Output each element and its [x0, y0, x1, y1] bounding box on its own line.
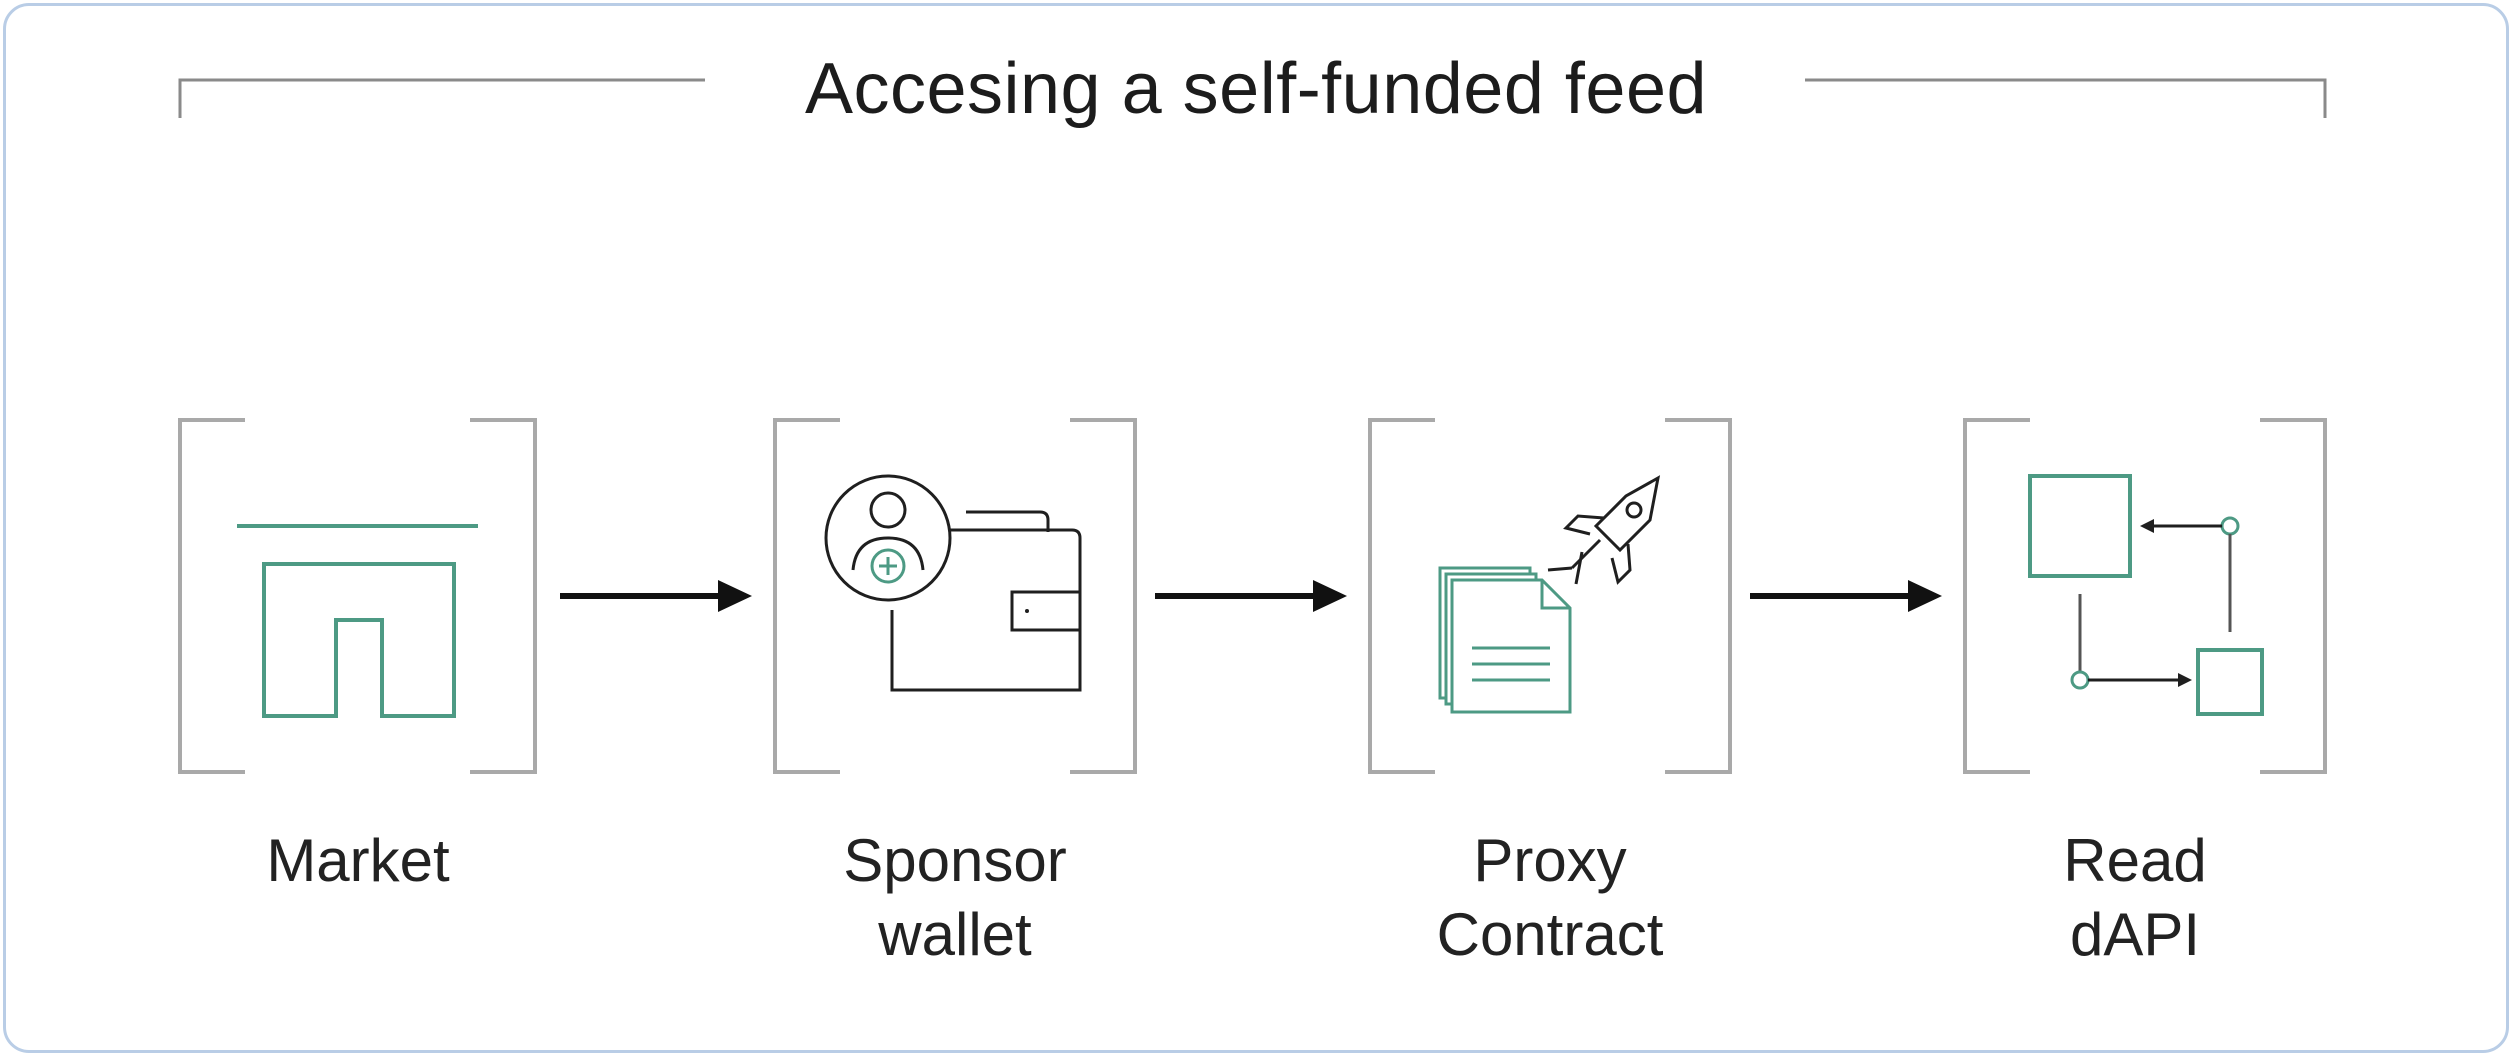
step-label-line: Proxy [1473, 827, 1627, 894]
step-label-proxy-contract: Proxy Contract [1300, 824, 1800, 972]
arrow-wallet-to-proxy [1155, 580, 1347, 612]
market-icon [237, 524, 478, 718]
step-label-line: Read [2063, 827, 2207, 894]
step-label-read-dapi: Read dAPI [1885, 824, 2385, 972]
step-label-market: Market [108, 824, 608, 898]
step-label-line: dAPI [2069, 901, 2201, 968]
sponsor-wallet-icon [824, 474, 1082, 692]
step-label-line: wallet [878, 901, 1032, 968]
bracket-read-dapi [1963, 418, 2327, 774]
step-label-line: Contract [1436, 901, 1664, 968]
read-dapi-icon [2028, 474, 2264, 716]
diagram-title: Accesing a self-funded feed [804, 49, 1708, 129]
proxy-contract-icon [1438, 475, 1661, 714]
step-label-line: Sponsor [843, 827, 1067, 894]
arrow-proxy-to-dapi [1750, 580, 1942, 612]
flow-arrows [560, 580, 1942, 612]
step-label-sponsor-wallet: Sponsor wallet [705, 824, 1205, 972]
step-label-line: Market [266, 827, 450, 894]
arrow-market-to-wallet [560, 580, 752, 612]
bracket-market [178, 418, 537, 774]
